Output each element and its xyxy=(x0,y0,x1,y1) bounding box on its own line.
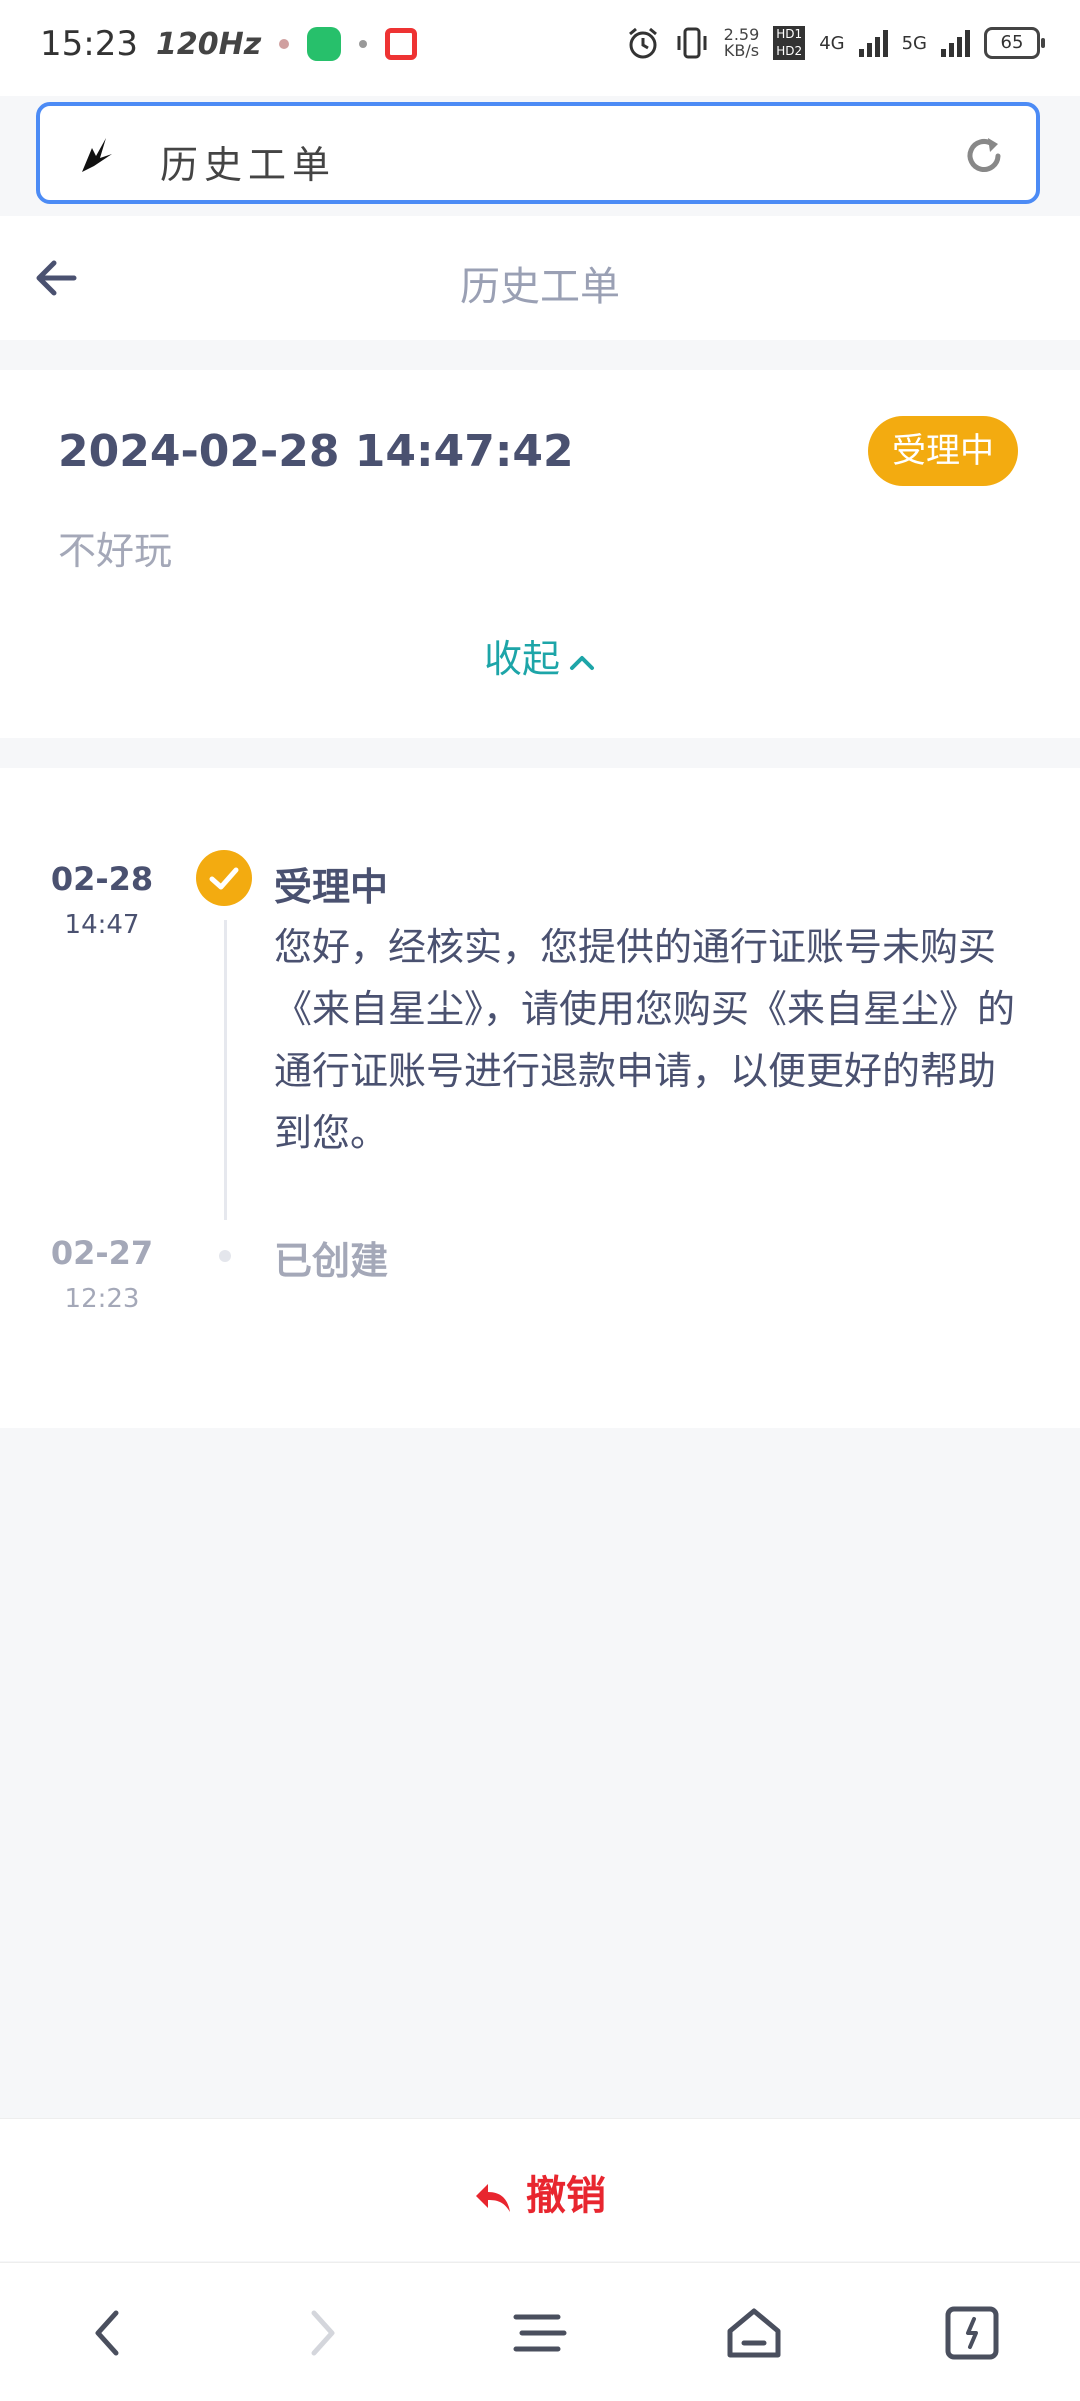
home-icon[interactable] xyxy=(722,2301,786,2365)
page-title: 历史工单 xyxy=(460,264,620,310)
cancel-button[interactable]: 撤销 xyxy=(0,2163,1080,2221)
ticket-description: 不好玩 xyxy=(58,529,173,573)
collapse-toggle[interactable]: 收起 xyxy=(0,628,1080,683)
status-badge: 受理中 xyxy=(868,416,1018,486)
signal-4g-icon xyxy=(858,29,888,57)
timeline-date: 02-27 xyxy=(50,1234,154,1272)
tabs-icon[interactable] xyxy=(940,2301,1004,2365)
ticket-datetime: 2024-02-28 14:47:42 xyxy=(58,426,574,477)
net-speed: 2.59 KB/s xyxy=(724,27,760,59)
status-bar: 15:23 120Hz 2.59 KB/s HD1 HD2 4G 5G 65 xyxy=(0,0,1080,96)
vibrate-icon xyxy=(677,27,707,59)
check-icon xyxy=(209,867,239,890)
check-circle-icon xyxy=(196,850,252,906)
ticket-card: 2024-02-28 14:47:42 受理中 不好玩 收起 xyxy=(0,370,1080,738)
chevron-up-icon xyxy=(570,655,594,670)
action-bar: 撤销 xyxy=(0,2118,1080,2261)
timeline-connector xyxy=(224,920,227,1220)
reload-icon[interactable] xyxy=(962,134,1006,178)
signal-5g-icon xyxy=(941,29,970,57)
undo-arrow-icon xyxy=(476,2184,510,2212)
alarm-icon xyxy=(628,27,657,59)
nav-forward-icon[interactable] xyxy=(290,2301,354,2365)
timeline-time: 14:47 xyxy=(64,910,140,940)
network-4g-label: 4G xyxy=(819,32,845,54)
hd1-label: HD1 xyxy=(773,26,806,43)
cancel-label: 撤销 xyxy=(526,2173,606,2219)
address-bar-title: 历史工单 xyxy=(160,143,337,187)
network-5g-label: 5G xyxy=(901,32,927,54)
hd2-label: HD2 xyxy=(773,43,806,60)
status-bar-right: 2.59 KB/s HD1 HD2 4G 5G 65 xyxy=(626,26,1045,60)
bird-logo-icon xyxy=(82,138,112,172)
nav-back-icon[interactable] xyxy=(76,2301,140,2365)
battery-icon: 65 xyxy=(984,27,1045,59)
page-header: 历史工单 xyxy=(0,216,1080,340)
status-bar-left: 15:23 120Hz xyxy=(40,24,418,64)
timeline-message: 您好，经核实，您提供的通行证账号未购买《来自星尘》，请使用您购买《来自星尘》的通… xyxy=(274,925,1016,1155)
menu-icon[interactable] xyxy=(508,2301,572,2365)
address-bar[interactable]: 历史工单 xyxy=(36,102,1040,204)
net-speed-unit: KB/s xyxy=(723,41,760,60)
status-time: 15:23 xyxy=(40,24,138,64)
timeline-dot-icon xyxy=(219,1250,231,1262)
collapse-label: 收起 xyxy=(483,637,560,681)
timeline-date: 02-28 xyxy=(50,860,154,898)
hd-indicator: HD1 HD2 xyxy=(773,26,806,60)
notification-small-icon xyxy=(359,40,368,48)
notification-dot-icon xyxy=(279,39,290,49)
ticket-timeline: 02-28 14:47 受理中 您好，经核实，您提供的通行证账号未购买《来自星尘… xyxy=(0,768,1080,1428)
timeline-status: 受理中 xyxy=(274,865,389,909)
refresh-rate-indicator: 120Hz xyxy=(155,26,262,62)
app-notification-icon xyxy=(385,28,418,60)
messaging-app-icon xyxy=(307,27,342,61)
timeline-status: 已创建 xyxy=(274,1239,389,1283)
timeline-time: 12:23 xyxy=(64,1284,140,1314)
browser-nav-bar xyxy=(0,2262,1080,2401)
